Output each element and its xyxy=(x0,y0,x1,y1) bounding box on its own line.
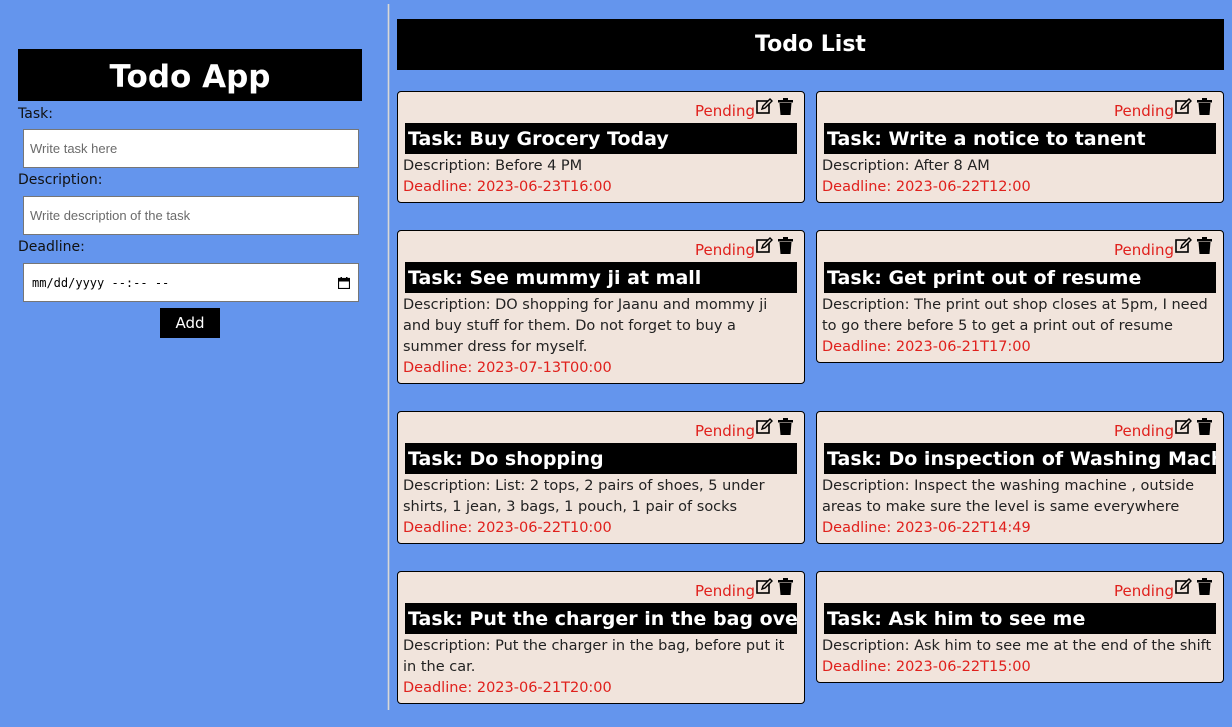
status-badge: Pending xyxy=(695,102,755,120)
add-button-wrap: Add xyxy=(18,308,362,338)
panel-divider[interactable] xyxy=(387,4,390,710)
status-badge: Pending xyxy=(695,241,755,259)
edit-icon[interactable] xyxy=(1175,418,1192,435)
trash-icon[interactable] xyxy=(1197,418,1212,435)
task-card: Pending Task: Ask him to see me Descriptio… xyxy=(816,571,1224,683)
task-title: Task: Ask him to see me xyxy=(824,603,1216,634)
task-description: Description: Put the charger in the bag,… xyxy=(403,638,785,675)
task-description: Description: Before 4 PM xyxy=(403,158,583,174)
card-top: Pending xyxy=(403,412,799,443)
edit-icon[interactable] xyxy=(756,98,773,115)
card-top: Pending xyxy=(822,92,1218,123)
edit-icon[interactable] xyxy=(1175,98,1192,115)
task-title: Task: Put the charger in the bag overnig… xyxy=(405,603,797,634)
todo-form: Todo App Task: Description: Deadline: mm… xyxy=(18,49,362,338)
task-card: Pending Task: Put the charger in the bag … xyxy=(397,571,805,704)
task-title: Task: Buy Grocery Today xyxy=(405,123,797,154)
task-deadline: Deadline: 2023-06-22T10:00 xyxy=(403,520,612,536)
task-deadline: Deadline: 2023-06-21T20:00 xyxy=(403,680,612,696)
card-top: Pending xyxy=(822,231,1218,262)
card-top: Pending xyxy=(822,412,1218,443)
trash-icon[interactable] xyxy=(778,418,793,435)
trash-icon[interactable] xyxy=(1197,578,1212,595)
task-card: Pending Task: Do shopping Description: Lis… xyxy=(397,411,805,544)
trash-icon[interactable] xyxy=(778,578,793,595)
card-top: Pending xyxy=(403,92,799,123)
task-deadline: Deadline: 2023-07-13T00:00 xyxy=(403,360,612,376)
edit-icon[interactable] xyxy=(756,418,773,435)
trash-icon[interactable] xyxy=(1197,237,1212,254)
task-card: Pending Task: Do inspection of Washing Ma… xyxy=(816,411,1224,544)
card-top: Pending xyxy=(403,231,799,262)
trash-icon[interactable] xyxy=(778,237,793,254)
task-description: Description: DO shopping for Jaanu and m… xyxy=(403,297,768,355)
task-deadline: Deadline: 2023-06-22T12:00 xyxy=(822,179,1031,195)
task-description: Description: List: 2 tops, 2 pairs of sh… xyxy=(403,478,765,515)
app-title: Todo App xyxy=(18,49,362,101)
todo-list-title: Todo List xyxy=(397,19,1224,70)
deadline-placeholder: mm/dd/yyyy --:-- -- xyxy=(32,275,170,290)
status-badge: Pending xyxy=(1114,582,1174,600)
deadline-label: Deadline: xyxy=(18,239,85,255)
edit-icon[interactable] xyxy=(756,237,773,254)
task-deadline: Deadline: 2023-06-22T15:00 xyxy=(822,659,1031,675)
task-deadline: Deadline: 2023-06-22T14:49 xyxy=(822,520,1031,536)
card-top: Pending xyxy=(822,572,1218,603)
task-description: Description: Inspect the washing machine… xyxy=(822,478,1195,515)
description-input[interactable] xyxy=(23,196,359,235)
calendar-icon[interactable] xyxy=(337,276,351,289)
task-card: Pending Task: Buy Grocery Today Descriptio… xyxy=(397,91,805,203)
status-badge: Pending xyxy=(1114,102,1174,120)
edit-icon[interactable] xyxy=(756,578,773,595)
task-title: Task: Do inspection of Washing Machine xyxy=(824,443,1216,474)
edit-icon[interactable] xyxy=(1175,578,1192,595)
task-title: Task: Get print out of resume xyxy=(824,262,1216,293)
task-title: Task: See mummy ji at mall xyxy=(405,262,797,293)
task-description: Description: The print out shop closes a… xyxy=(822,297,1208,334)
edit-icon[interactable] xyxy=(1175,237,1192,254)
task-label: Task: xyxy=(18,106,53,122)
description-label: Description: xyxy=(18,172,103,188)
status-badge: Pending xyxy=(1114,241,1174,259)
trash-icon[interactable] xyxy=(778,98,793,115)
task-title: Task: Write a notice to tanent xyxy=(824,123,1216,154)
task-card: Pending Task: Get print out of resume Desc… xyxy=(816,230,1224,363)
status-badge: Pending xyxy=(695,582,755,600)
task-card: Pending Task: See mummy ji at mall Descrip… xyxy=(397,230,805,384)
task-deadline: Deadline: 2023-06-23T16:00 xyxy=(403,179,612,195)
deadline-input[interactable]: mm/dd/yyyy --:-- -- xyxy=(23,263,359,302)
task-description: Description: Ask him to see me at the en… xyxy=(822,638,1212,654)
trash-icon[interactable] xyxy=(1197,98,1212,115)
add-button[interactable]: Add xyxy=(160,308,220,338)
task-deadline: Deadline: 2023-06-21T17:00 xyxy=(822,339,1031,355)
status-badge: Pending xyxy=(1114,422,1174,440)
task-title: Task: Do shopping xyxy=(405,443,797,474)
task-input[interactable] xyxy=(23,129,359,168)
task-card: Pending Task: Write a notice to tanent Des… xyxy=(816,91,1224,203)
status-badge: Pending xyxy=(695,422,755,440)
card-top: Pending xyxy=(403,572,799,603)
task-description: Description: After 8 AM xyxy=(822,158,990,174)
